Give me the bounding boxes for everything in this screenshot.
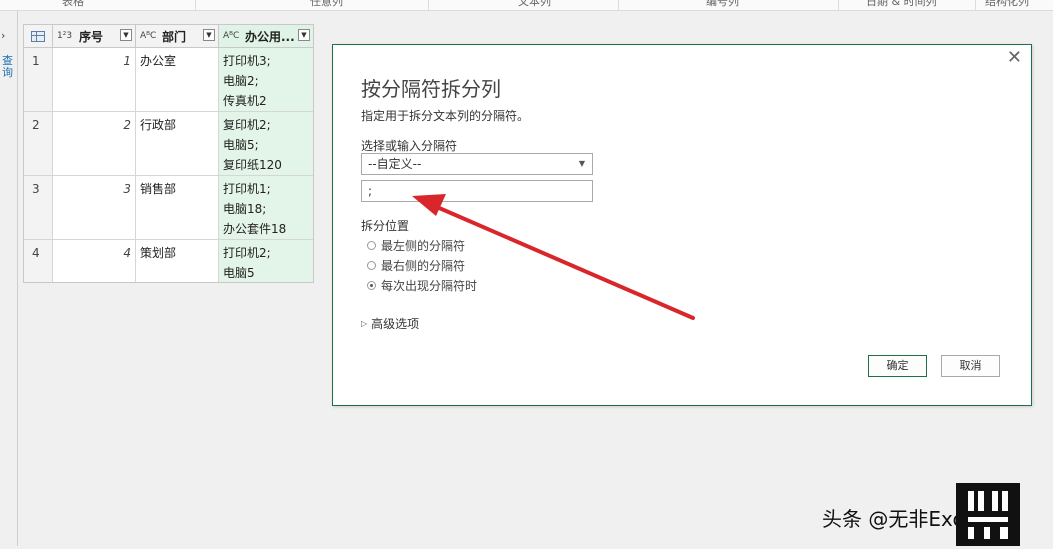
filter-dropdown-icon[interactable]: ▼ <box>120 29 132 41</box>
cell-line: 电脑5; <box>223 138 259 152</box>
cell-dept[interactable]: 销售部 <box>136 176 219 239</box>
cell-items[interactable]: 打印机2; 电脑5 <box>219 240 313 282</box>
cell-dept[interactable]: 策划部 <box>136 240 219 282</box>
close-icon[interactable]: ✕ <box>1007 47 1022 68</box>
cell-line: 复印机2; <box>223 118 271 132</box>
cell-line: 打印机2; <box>223 246 271 260</box>
data-grid: 1²3 序号 ▼ AᴮC 部门 ▼ AᴮC 办公用... ▼ 1 1 办公室 打… <box>23 24 314 283</box>
cell-line: 复印纸120 <box>223 158 282 172</box>
column-header-office-items[interactable]: AᴮC 办公用... ▼ <box>219 25 313 47</box>
column-header-seq[interactable]: 1²3 序号 ▼ <box>53 25 136 47</box>
text-type-icon[interactable]: AᴮC <box>140 31 160 41</box>
logo-mark-icon <box>968 491 1008 539</box>
custom-delimiter-input[interactable]: ; <box>361 180 593 202</box>
ribbon-group-structured-column[interactable]: 结构化列 <box>985 0 1029 9</box>
cell-line: 传真机2 <box>223 94 267 108</box>
filter-dropdown-icon[interactable]: ▼ <box>203 29 215 41</box>
cell-dept[interactable]: 行政部 <box>136 112 219 175</box>
cancel-button[interactable]: 取消 <box>941 355 1000 377</box>
ribbon-separator <box>195 0 196 10</box>
split-column-dialog: ✕ 按分隔符拆分列 指定用于拆分文本列的分隔符。 选择或输入分隔符 --自定义-… <box>332 44 1032 406</box>
advanced-options-label[interactable]: 高级选项 <box>371 315 419 332</box>
filter-dropdown-icon[interactable]: ▼ <box>298 29 310 41</box>
ok-button[interactable]: 确定 <box>868 355 927 377</box>
radio-leftmost-delimiter[interactable]: 最左侧的分隔符 <box>367 237 465 254</box>
ribbon-group-datetime-column[interactable]: 日期 & 时间列 <box>866 0 937 9</box>
delimiter-select-value: --自定义-- <box>368 157 422 171</box>
ribbon-group-table[interactable]: 表格 <box>62 0 84 9</box>
cell-seq[interactable]: 4 <box>53 240 136 282</box>
expand-chevron-icon[interactable]: › <box>1 29 5 42</box>
cell-line: 打印机3; <box>223 54 271 68</box>
advanced-options-toggle[interactable]: ▷ 高级选项 <box>361 315 419 332</box>
cell-line: 电脑2; <box>223 74 259 88</box>
column-header-dept[interactable]: AᴮC 部门 ▼ <box>136 25 219 47</box>
ribbon-group-number-column[interactable]: 编号列 <box>706 0 739 9</box>
radio-button-selected[interactable] <box>367 281 376 290</box>
ribbon-group-text-column[interactable]: 文本列 <box>518 0 551 9</box>
table-icon <box>31 30 45 42</box>
row-number[interactable]: 2 <box>24 112 53 175</box>
ribbon-strip: 表格 任意列 文本列 编号列 日期 & 时间列 结构化列 <box>0 0 1053 11</box>
radio-label[interactable]: 最右侧的分隔符 <box>381 257 465 274</box>
cell-line: 电脑18; <box>223 202 267 216</box>
dialog-title: 按分隔符拆分列 <box>361 77 501 101</box>
ribbon-separator <box>838 0 839 10</box>
ribbon-group-any-column[interactable]: 任意列 <box>310 0 343 9</box>
column-title: 序号 <box>79 29 104 44</box>
table-menu-button[interactable] <box>24 25 53 47</box>
cell-dept[interactable]: 办公室 <box>136 48 219 111</box>
cell-line: 办公套件18 <box>223 222 287 236</box>
radio-button[interactable] <box>367 241 376 250</box>
cell-seq[interactable]: 1 <box>53 48 136 111</box>
radio-label[interactable]: 最左侧的分隔符 <box>381 237 465 254</box>
table-row: 4 4 策划部 打印机2; 电脑5 <box>24 240 313 282</box>
number-type-icon[interactable]: 1²3 <box>57 31 77 41</box>
ribbon-separator <box>618 0 619 10</box>
chevron-down-icon[interactable]: ▼ <box>579 154 585 174</box>
delimiter-select[interactable]: --自定义-- ▼ <box>361 153 593 175</box>
row-number[interactable]: 1 <box>24 48 53 111</box>
row-number[interactable]: 3 <box>24 176 53 239</box>
grid-header: 1²3 序号 ▼ AᴮC 部门 ▼ AᴮC 办公用... ▼ <box>24 25 313 48</box>
column-title: 部门 <box>162 29 187 44</box>
table-row: 1 1 办公室 打印机3; 电脑2; 传真机2 <box>24 48 313 112</box>
cell-items[interactable]: 打印机1; 电脑18; 办公套件18 <box>219 176 313 239</box>
cell-seq[interactable]: 2 <box>53 112 136 175</box>
cell-line: 电脑5 <box>223 266 255 280</box>
radio-each-occurrence[interactable]: 每次出现分隔符时 <box>367 277 477 294</box>
delimiter-select-label: 选择或输入分隔符 <box>361 139 458 153</box>
table-row: 3 3 销售部 打印机1; 电脑18; 办公套件18 <box>24 176 313 240</box>
cell-items[interactable]: 打印机3; 电脑2; 传真机2 <box>219 48 313 111</box>
row-number[interactable]: 4 <box>24 240 53 282</box>
dialog-description: 指定用于拆分文本列的分隔符。 <box>361 109 530 123</box>
radio-button[interactable] <box>367 261 376 270</box>
queries-pane-label[interactable]: 查询 <box>2 55 14 79</box>
split-position-label: 拆分位置 <box>361 219 410 233</box>
watermark-logo <box>956 483 1020 546</box>
cell-items[interactable]: 复印机2; 电脑5; 复印纸120 <box>219 112 313 175</box>
queries-pane: › 查询 <box>0 11 18 546</box>
cell-seq[interactable]: 3 <box>53 176 136 239</box>
table-row: 2 2 行政部 复印机2; 电脑5; 复印纸120 <box>24 112 313 176</box>
column-title: 办公用... <box>245 29 295 44</box>
radio-label[interactable]: 每次出现分隔符时 <box>381 277 477 294</box>
ribbon-separator <box>975 0 976 10</box>
ribbon-separator <box>428 0 429 10</box>
radio-rightmost-delimiter[interactable]: 最右侧的分隔符 <box>367 257 465 274</box>
expand-triangle-icon[interactable]: ▷ <box>361 319 367 328</box>
cell-line: 打印机1; <box>223 182 271 196</box>
text-type-icon[interactable]: AᴮC <box>223 31 243 41</box>
